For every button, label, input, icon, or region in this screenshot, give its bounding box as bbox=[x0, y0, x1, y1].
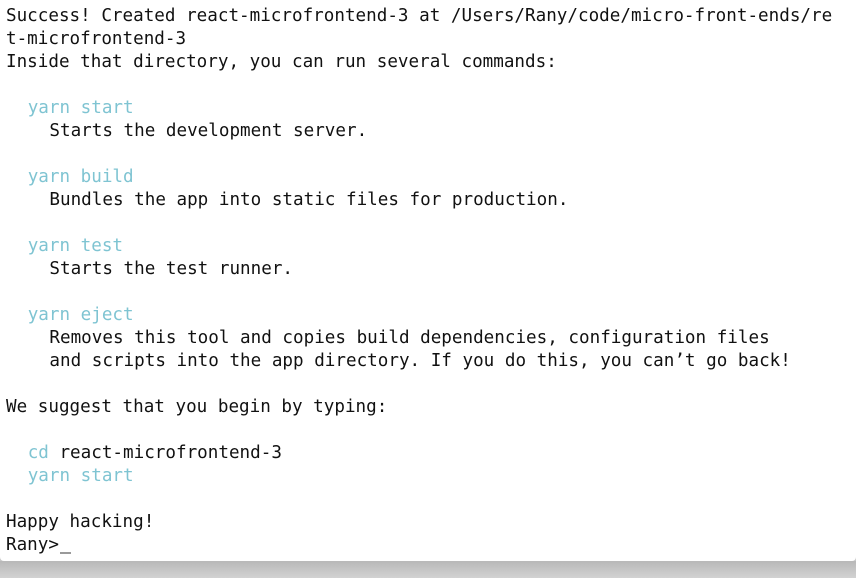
yarn-eject-description-cont: and scripts into the app directory. If y… bbox=[49, 351, 791, 371]
yarn-build-command: yarn build bbox=[27, 167, 134, 187]
cd-command-line: cd react-microfrontend-3 bbox=[6, 442, 856, 465]
yarn-build-description: Bundles the app into static files for pr… bbox=[49, 190, 569, 210]
directory-info-line: Inside that directory, you can run sever… bbox=[6, 52, 557, 72]
success-line-wrap: t-microfrontend-3 bbox=[6, 29, 187, 49]
cd-argument: react-microfrontend-3 bbox=[59, 443, 282, 463]
yarn-start-command: yarn start bbox=[27, 98, 134, 118]
success-line: Success! Created react-microfrontend-3 a… bbox=[6, 6, 833, 26]
yarn-eject-description: Removes this tool and copies build depen… bbox=[49, 328, 770, 348]
cd-keyword: cd bbox=[27, 443, 49, 463]
happy-hacking-line: Happy hacking! bbox=[6, 512, 155, 532]
text-cursor bbox=[59, 552, 71, 554]
yarn-start-description: Starts the development server. bbox=[49, 121, 368, 141]
suggestion-line: We suggest that you begin by typing: bbox=[6, 397, 388, 417]
final-yarn-start-command: yarn start bbox=[27, 466, 134, 486]
prompt-line[interactable]: Rany> bbox=[6, 534, 856, 557]
window-bottom-edge bbox=[0, 561, 856, 578]
yarn-eject-command: yarn eject bbox=[27, 305, 134, 325]
terminal-window[interactable]: Success! Created react-microfrontend-3 a… bbox=[0, 0, 856, 561]
yarn-test-description: Starts the test runner. bbox=[49, 259, 294, 279]
yarn-test-command: yarn test bbox=[27, 236, 124, 256]
shell-prompt: Rany> bbox=[6, 535, 59, 555]
terminal-output: Success! Created react-microfrontend-3 a… bbox=[6, 5, 856, 557]
